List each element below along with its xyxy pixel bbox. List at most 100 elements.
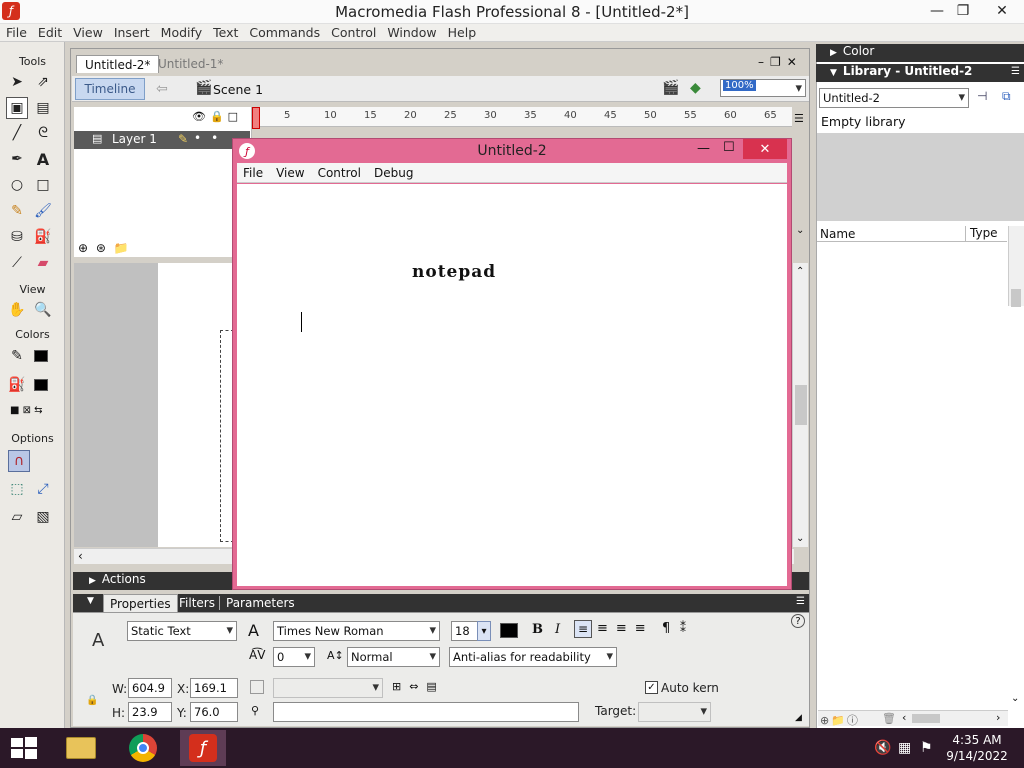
library-document-select[interactable]: Untitled-2 [819,88,969,108]
lock-icon[interactable]: 🔒 [86,695,98,706]
oval-tool-icon[interactable]: ○ [6,174,28,196]
rotate-option-icon[interactable]: ▱ [6,506,28,528]
player-menu-view[interactable]: View [270,163,311,183]
player-minimize-icon[interactable]: — [697,141,710,156]
system-clock[interactable]: 4:35 AM 9/14/2022 [930,732,1024,764]
eyedropper-tool-icon[interactable]: ⟋ [6,252,28,274]
color-panel-bar[interactable]: ▶ Color [816,44,1024,62]
edit-scene-icon[interactable]: 🎬 [662,80,679,96]
scale-option-icon[interactable]: ⤢ [32,478,54,500]
restore-icon[interactable]: ❐ [946,0,980,22]
scroll-thumb[interactable] [795,385,807,425]
library-menu-icon[interactable]: ☰ [1011,66,1020,77]
library-scroll-down-icon[interactable]: ⌄ [1011,693,1019,704]
arrow-tool-icon[interactable]: ➤ [6,71,28,93]
text-color-swatch[interactable] [500,623,518,638]
scroll-left-icon[interactable]: ‹ [78,549,83,563]
close-icon[interactable]: ✕ [980,0,1024,22]
auto-kern-checkbox[interactable]: ✓ [645,681,658,694]
network-icon[interactable]: ▦ [898,740,911,756]
anti-alias-select[interactable]: Anti-alias for readability [449,647,617,667]
y-field[interactable]: 76.0 [190,702,238,722]
fill-transform-tool-icon[interactable]: ▤ [32,97,54,119]
library-scroll-thumb[interactable] [1011,289,1021,307]
rectangle-tool-icon[interactable]: □ [32,174,54,196]
brush-tool-icon[interactable]: 🖌 [32,200,54,222]
font-rendering-icon[interactable] [250,680,264,694]
align-buttons-icon[interactable]: ≡≡≡ [597,621,654,636]
selectable-icons[interactable]: ⊞⇔▤ [392,680,445,693]
paragraph-icon[interactable]: ¶ [662,621,670,636]
player-maximize-icon[interactable]: ☐ [723,140,735,155]
layer-visibility-icons[interactable]: 👁🔒□ [192,110,242,123]
paint-bucket-tool-icon[interactable]: ⛽ [32,226,54,248]
scroll-down-icon[interactable]: ⌄ [796,533,804,544]
type-column-header[interactable]: Type [965,226,998,242]
smooth-option-icon[interactable]: ⬚ [6,478,28,500]
playhead[interactable] [252,107,260,129]
x-field[interactable]: 169.1 [190,678,238,698]
line-tool-icon[interactable]: ╱ [6,122,28,144]
player-close-icon[interactable]: ✕ [743,139,787,159]
align-left-icon[interactable]: ≡ [574,620,592,638]
panel-options-icon[interactable]: ☰ [796,596,805,607]
add-layer-icons[interactable]: ⊕ ⊛ 📁 [78,241,131,255]
player-canvas[interactable] [237,184,787,586]
stroke-color-swatch[interactable] [34,350,48,362]
pen-tool-icon[interactable]: ✒ [6,148,28,170]
library-panel-bar[interactable]: ▼ Library - Untitled-2 ☰ [816,64,1024,82]
resize-grip-icon[interactable]: ◢ [795,713,802,723]
pencil-tool-icon[interactable]: ✎ [6,200,28,222]
layer-row[interactable]: ▤ Layer 1 ✎ •• [74,131,250,149]
tab-filters[interactable]: Filters [173,596,221,610]
menu-edit[interactable]: Edit [32,24,67,41]
text-options-icon[interactable]: ⁑ [680,621,686,635]
swap-colors-icon[interactable]: ■ ⊠ ⇆ [10,405,43,416]
doc-tab-untitled-2[interactable]: Untitled-2* [76,55,160,73]
zoom-select[interactable]: 100% [720,79,806,97]
timeline-button[interactable]: Timeline [75,78,145,100]
pin-library-icon[interactable]: ⊣ [977,89,987,103]
volume-muted-icon[interactable]: 🔇 [874,740,891,756]
library-scroll-right-icon[interactable]: › [996,711,1000,724]
height-field[interactable]: 23.9 [128,702,172,722]
collapse-arrow-icon[interactable]: ▼ [87,596,94,606]
file-explorer-icon[interactable] [58,730,104,766]
chrome-icon[interactable] [120,730,166,766]
url-link-field[interactable] [273,702,579,722]
zoom-tool-icon[interactable]: 🔍 [32,299,54,321]
text-type-select[interactable]: Static Text [127,621,237,641]
back-arrow-icon[interactable]: ⇦ [156,81,168,97]
width-field[interactable]: 604.9 [128,678,172,698]
font-size-dropdown-icon[interactable]: ▾ [477,621,491,641]
menu-insert[interactable]: Insert [108,24,155,41]
library-hscroll-thumb[interactable] [912,714,940,723]
doc-tab-untitled-1[interactable]: Untitled-1* [150,55,231,73]
menu-commands[interactable]: Commands [243,24,325,41]
snap-magnet-icon[interactable]: ∩ [8,450,30,472]
tab-parameters[interactable]: Parameters [219,596,301,610]
bold-button[interactable]: B [532,622,543,637]
menu-text[interactable]: Text [207,24,243,41]
library-scroll-left-icon[interactable]: ‹ [902,711,906,724]
player-menu-control[interactable]: Control [312,163,368,183]
player-menu-file[interactable]: File [237,163,270,183]
doc-window-controls-icon[interactable]: –❐✕ [758,55,803,69]
eraser-tool-icon[interactable]: ▰ [32,252,54,274]
menu-view[interactable]: View [67,24,108,41]
menu-window[interactable]: Window [381,24,441,41]
lasso-tool-icon[interactable]: ᘓ [32,122,54,144]
timeline-scroll-down-icon[interactable]: ⌄ [796,225,804,236]
hand-tool-icon[interactable]: ✋ [6,299,28,321]
char-position-select[interactable]: Normal [347,647,440,667]
new-library-icon[interactable]: ⧉ [1002,89,1011,104]
italic-button[interactable]: I [555,622,560,637]
letter-spacing-field[interactable]: 0 [273,647,315,667]
flash-taskbar-icon[interactable]: ƒ [180,730,226,766]
subselect-tool-icon[interactable]: ⇗ [32,71,54,93]
tab-properties[interactable]: Properties [103,594,178,612]
free-transform-tool-icon[interactable]: ▣ [6,97,28,119]
layer-name[interactable]: Layer 1 [112,132,157,146]
library-delete-icon[interactable]: 🗑 [882,712,896,725]
menu-file[interactable]: File [0,24,32,41]
